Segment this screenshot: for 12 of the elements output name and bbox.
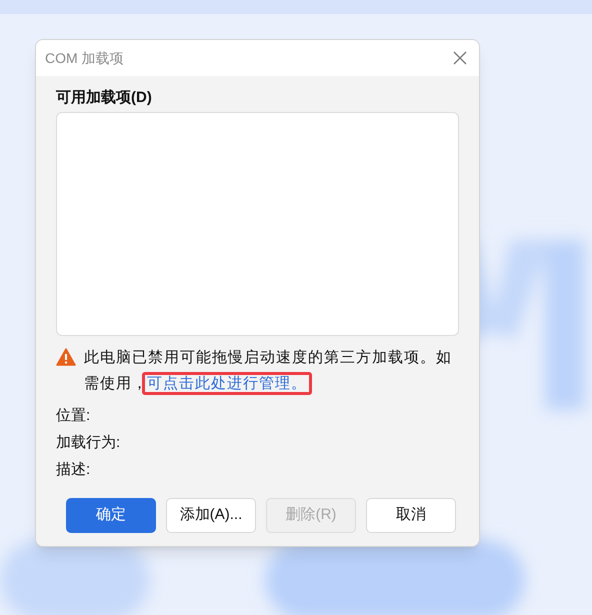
close-icon[interactable] (453, 51, 467, 65)
detail-label: 加载行为: (56, 433, 122, 453)
list-label: 可用加载项(D) (56, 89, 153, 107)
detail-label: 位置: (56, 406, 92, 426)
dialog-button[interactable]: 取消 (366, 498, 456, 533)
window-title: COM 加载项 (45, 48, 124, 68)
manage-link[interactable]: 可点击此处进行管理。 (147, 375, 307, 392)
warning-text: 此电脑已禁用可能拖慢启动速度的第三方加载项。如需使用，可点击此处进行管理。 (84, 345, 456, 397)
dialog-button[interactable]: 确定 (66, 498, 156, 533)
dialog-button[interactable]: 添加(A)... (166, 498, 256, 533)
detail-label: 描述: (56, 460, 92, 480)
warning-icon (56, 348, 76, 366)
